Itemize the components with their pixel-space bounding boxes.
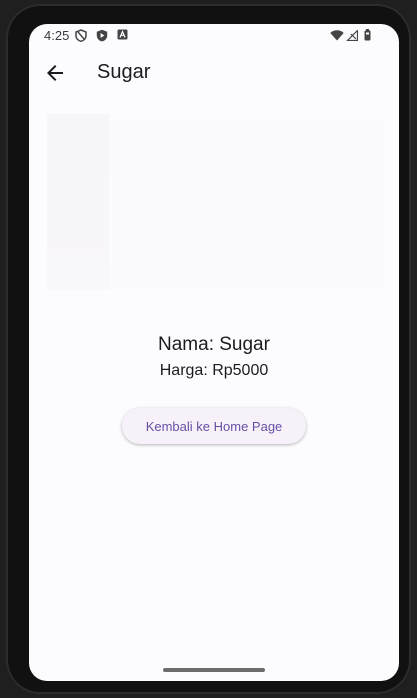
a-icon [117,29,128,40]
product-image-shade [47,114,109,290]
wifi-icon [330,30,344,41]
status-time: 4:25 [44,28,70,43]
product-image [47,114,383,290]
signal-icon [346,30,358,41]
product-name: Nama: Sugar [158,334,270,355]
battery-icon [364,29,371,41]
app-bar: Sugar [29,50,399,98]
page-title: Sugar [97,61,151,83]
shield-icon [75,29,87,42]
arrow-left-icon[interactable] [43,61,67,85]
device-frame: 4:25 Sugar Nama: Sugar Harga: Rp5000 Kem… [6,4,411,694]
home-indicator[interactable] [163,668,265,672]
back-to-home-button[interactable]: Kembali ke Home Page [122,408,306,444]
play-protect-icon [96,29,108,42]
product-price: Harga: Rp5000 [159,362,269,379]
app-screen: 4:25 Sugar Nama: Sugar Harga: Rp5000 Kem… [29,24,399,681]
status-bar: 4:25 [29,24,399,50]
